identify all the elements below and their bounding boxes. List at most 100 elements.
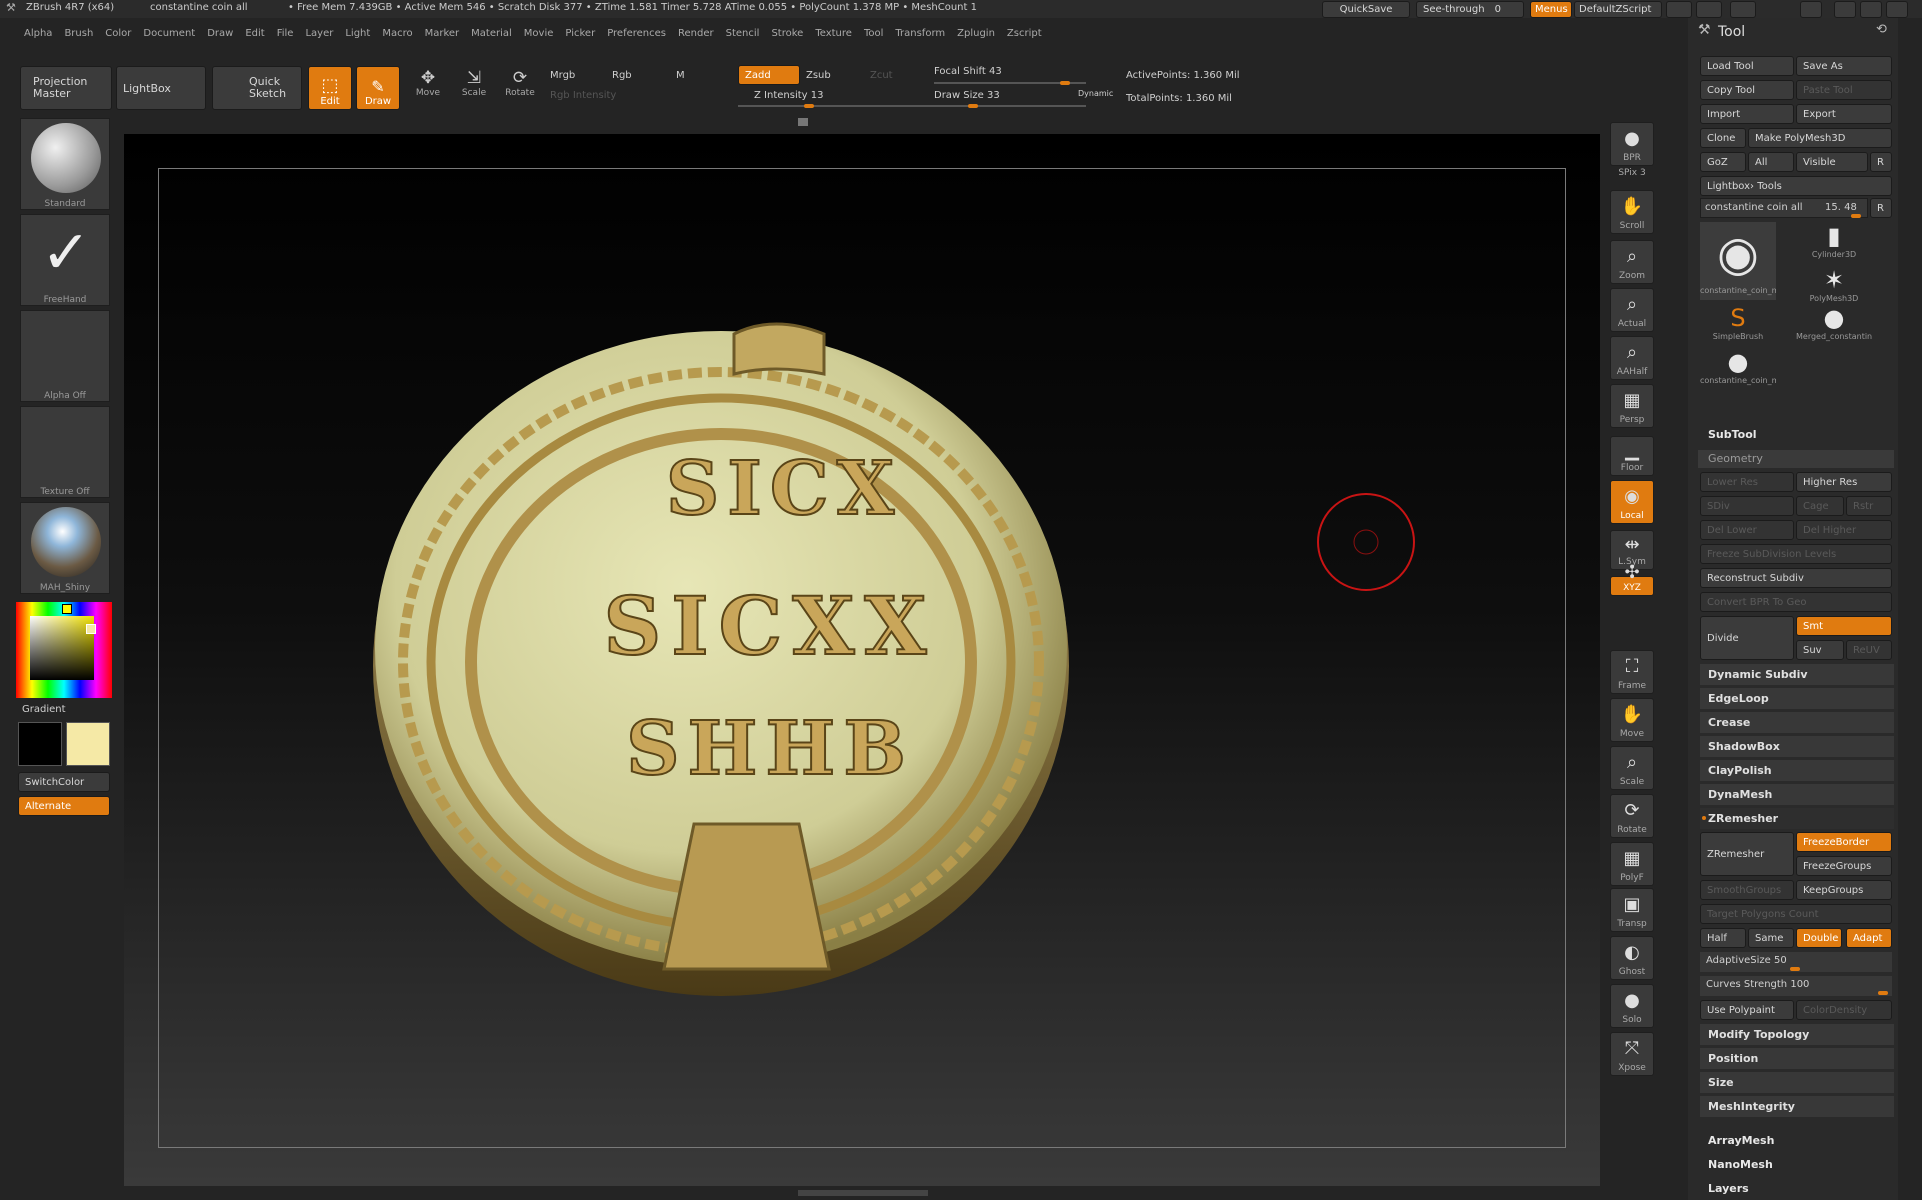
- lower-res-button[interactable]: Lower Res: [1700, 472, 1794, 492]
- scale-button[interactable]: ⇲ Scale: [454, 68, 494, 110]
- rail-move-button[interactable]: ✋ Move: [1610, 698, 1654, 742]
- menu-picker[interactable]: Picker: [565, 28, 595, 39]
- sdiv-slider[interactable]: SDiv: [1700, 496, 1794, 516]
- modify-topology-section[interactable]: Modify Topology: [1700, 1024, 1894, 1046]
- texture-button[interactable]: Texture Off: [20, 406, 110, 498]
- zsub-toggle[interactable]: Zsub: [806, 70, 831, 81]
- divide-button[interactable]: Divide: [1700, 616, 1794, 660]
- menu-stroke[interactable]: Stroke: [771, 28, 803, 39]
- gradient-label[interactable]: Gradient: [22, 704, 66, 715]
- cage-button[interactable]: Cage: [1796, 496, 1844, 516]
- ui-toggle-1-icon[interactable]: [1666, 1, 1692, 18]
- claypolish-section[interactable]: ClayPolish: [1700, 760, 1894, 782]
- rail-xpose-button[interactable]: ⤧ Xpose: [1610, 1032, 1654, 1076]
- color-picker-square[interactable]: [30, 616, 94, 680]
- convert-bpr-button[interactable]: Convert BPR To Geo: [1700, 592, 1892, 612]
- ui-toggle-2-icon[interactable]: [1696, 1, 1722, 18]
- focal-shift-knob[interactable]: [1060, 81, 1070, 85]
- quicksave-button[interactable]: QuickSave: [1322, 1, 1410, 18]
- menu-layer[interactable]: Layer: [305, 28, 333, 39]
- rail-spix-3-button[interactable]: SPix 3: [1610, 166, 1654, 182]
- smooth-groups-slider[interactable]: SmoothGroups: [1700, 880, 1794, 900]
- all-button[interactable]: All: [1748, 152, 1794, 172]
- rail-bpr-button[interactable]: ● BPR: [1610, 122, 1654, 166]
- menu-light[interactable]: Light: [345, 28, 370, 39]
- export-button[interactable]: Export: [1796, 104, 1892, 124]
- zadd-toggle[interactable]: Zadd: [738, 65, 800, 85]
- rotate-button[interactable]: ⟳ Rotate: [500, 68, 540, 110]
- draw-size-knob[interactable]: [968, 104, 978, 108]
- menu-edit[interactable]: Edit: [245, 28, 264, 39]
- m-toggle[interactable]: M: [676, 70, 685, 81]
- close-icon[interactable]: [1886, 1, 1908, 18]
- goz-button[interactable]: GoZ: [1700, 152, 1746, 172]
- tool-thumb[interactable]: ✶ PolyMesh3D: [1796, 266, 1872, 306]
- visible-button[interactable]: Visible: [1796, 152, 1868, 172]
- coin-model[interactable]: SICX SICXX SHHB: [124, 134, 1600, 1186]
- tool-thumb[interactable]: ● constantine_coin_me: [1700, 348, 1776, 388]
- alternate-button[interactable]: Alternate: [18, 796, 110, 816]
- minimize-icon[interactable]: [1834, 1, 1856, 18]
- mrgb-toggle[interactable]: Mrgb: [550, 70, 575, 81]
- subtool-header[interactable]: SubTool: [1708, 428, 1757, 441]
- reuv-button[interactable]: ReUV: [1846, 640, 1892, 660]
- current-tool-knob[interactable]: [1851, 214, 1861, 218]
- rstr-button[interactable]: Rstr: [1846, 496, 1892, 516]
- canvas-area[interactable]: SICX SICXX SHHB: [124, 134, 1600, 1186]
- menu-render[interactable]: Render: [678, 28, 714, 39]
- clone-button[interactable]: Clone: [1700, 128, 1746, 148]
- rail-scroll-button[interactable]: ✋ Scroll: [1610, 190, 1654, 234]
- z-intensity-knob[interactable]: [804, 104, 814, 108]
- edgeloop-section[interactable]: EdgeLoop: [1700, 688, 1894, 710]
- adaptive-size-knob[interactable]: [1790, 967, 1800, 971]
- zremesher-button[interactable]: ZRemesher: [1700, 832, 1794, 876]
- material-button[interactable]: MAH_Shiny: [20, 502, 110, 594]
- menu-draw[interactable]: Draw: [207, 28, 233, 39]
- menu-preferences[interactable]: Preferences: [607, 28, 666, 39]
- menu-texture[interactable]: Texture: [815, 28, 852, 39]
- use-polypaint-toggle[interactable]: Use Polypaint: [1700, 1000, 1794, 1020]
- brush-button[interactable]: Standard: [20, 118, 110, 210]
- rail-solo-button[interactable]: ● Solo: [1610, 984, 1654, 1028]
- zremesher-section[interactable]: ZRemesher: [1700, 808, 1894, 830]
- position-section[interactable]: Position: [1700, 1048, 1894, 1070]
- adapt-toggle[interactable]: Adapt: [1846, 928, 1892, 948]
- color-density-slider[interactable]: ColorDensity: [1796, 1000, 1892, 1020]
- lightbox-button[interactable]: LightBox: [116, 66, 206, 110]
- nanomesh-header[interactable]: NanoMesh: [1708, 1158, 1773, 1171]
- dynamic-toggle[interactable]: Dynamic: [1078, 89, 1113, 98]
- tool-thumb[interactable]: ◉ constantine_coin_me: [1700, 222, 1776, 300]
- menu-tool[interactable]: Tool: [864, 28, 883, 39]
- higher-res-button[interactable]: Higher Res: [1796, 472, 1892, 492]
- target-polygons-slider[interactable]: Target Polygons Count: [1700, 904, 1892, 924]
- keep-groups-toggle[interactable]: KeepGroups: [1796, 880, 1892, 900]
- focal-shift-slider[interactable]: Focal Shift 43: [934, 66, 1002, 77]
- menu-stencil[interactable]: Stencil: [726, 28, 760, 39]
- make-polymesh-button[interactable]: Make PolyMesh3D: [1748, 128, 1892, 148]
- seethrough-slider[interactable]: See-through 0: [1416, 1, 1524, 18]
- menu-zplugin[interactable]: Zplugin: [957, 28, 995, 39]
- same-toggle[interactable]: Same: [1748, 928, 1794, 948]
- menu-color[interactable]: Color: [105, 28, 131, 39]
- shadowbox-section[interactable]: ShadowBox: [1700, 736, 1894, 758]
- curves-strength-slider[interactable]: Curves Strength 100: [1700, 976, 1892, 996]
- reconstruct-subdiv-button[interactable]: Reconstruct Subdiv: [1700, 568, 1892, 588]
- default-zscript-button[interactable]: DefaultZScript: [1574, 1, 1662, 18]
- edit-button[interactable]: ⬚ Edit: [308, 66, 352, 110]
- menus-button[interactable]: Menus: [1530, 1, 1572, 18]
- rgb-toggle[interactable]: Rgb: [612, 70, 632, 81]
- dynamic-subdiv-section[interactable]: Dynamic Subdiv: [1700, 664, 1894, 686]
- rail-frame-button[interactable]: ⛶ Frame: [1610, 650, 1654, 694]
- reset-icon[interactable]: ⟲: [1876, 22, 1887, 37]
- import-button[interactable]: Import: [1700, 104, 1794, 124]
- draw-button[interactable]: ✎ Draw: [356, 66, 400, 110]
- rail-transp-button[interactable]: ▣ Transp: [1610, 888, 1654, 932]
- secondary-color-swatch[interactable]: [66, 722, 110, 766]
- canvas-scroll-handle-top[interactable]: [798, 118, 808, 126]
- menu-zscript[interactable]: Zscript: [1007, 28, 1042, 39]
- rail-persp-button[interactable]: ▦ Persp: [1610, 384, 1654, 428]
- double-toggle[interactable]: Double: [1796, 928, 1842, 948]
- quick-sketch-button[interactable]: Quick Sketch: [212, 66, 302, 110]
- stroke-button[interactable]: ✓ FreeHand: [20, 214, 110, 306]
- freeze-border-toggle[interactable]: FreezeBorder: [1796, 832, 1892, 852]
